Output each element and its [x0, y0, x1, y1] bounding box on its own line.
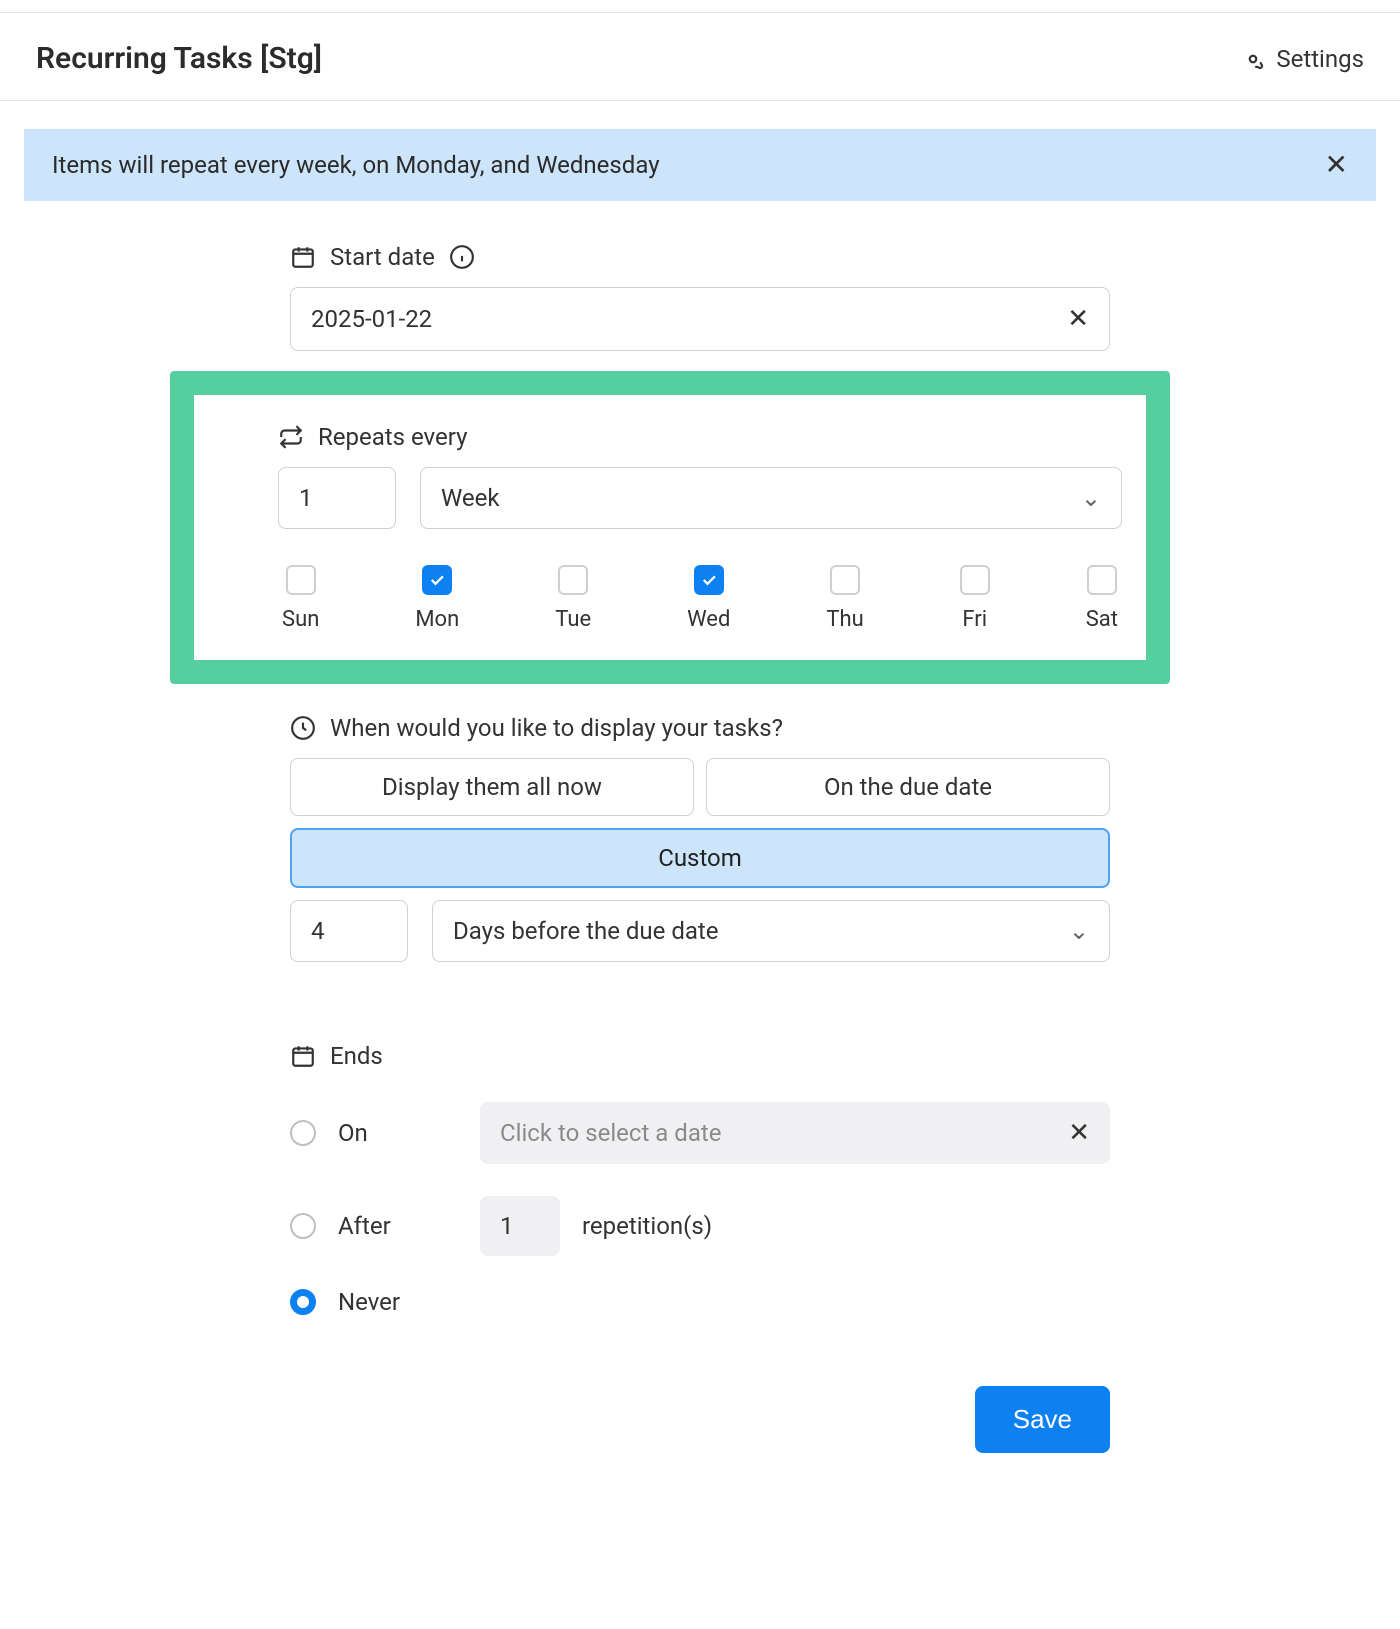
clear-start-date-button[interactable]: ✕ [1067, 304, 1089, 334]
ends-never-radio[interactable] [290, 1289, 316, 1315]
day-checkbox-mon[interactable] [422, 565, 452, 595]
day-label: Mon [415, 607, 459, 632]
day-label: Thu [826, 607, 863, 632]
repeat-unit-select[interactable]: Week ⌄ [420, 467, 1122, 529]
start-date-input[interactable]: 2025-01-22 ✕ [290, 287, 1110, 351]
day-checkbox-sat[interactable] [1087, 565, 1117, 595]
calendar-icon [290, 244, 316, 270]
ends-after-radio[interactable] [290, 1213, 316, 1239]
ends-label: Ends [330, 1042, 383, 1070]
day-checkbox-thu[interactable] [830, 565, 860, 595]
repeat-interval-input[interactable]: 1 [278, 467, 396, 529]
ends-on-date-input[interactable]: Click to select a date ✕ [480, 1102, 1110, 1164]
day-checkbox-tue[interactable] [558, 565, 588, 595]
day-tue: Tue [555, 565, 591, 632]
settings-button[interactable]: Settings [1240, 45, 1364, 73]
display-option-custom[interactable]: Custom [290, 828, 1110, 888]
day-thu: Thu [826, 565, 863, 632]
settings-label: Settings [1276, 45, 1364, 73]
display-label: When would you like to display your task… [330, 714, 783, 742]
chevron-down-icon: ⌄ [1081, 484, 1101, 512]
gear-icon [1240, 46, 1266, 72]
ends-on-placeholder: Click to select a date [500, 1119, 721, 1147]
save-button[interactable]: Save [975, 1386, 1110, 1453]
custom-unit-select[interactable]: Days before the due date ⌄ [432, 900, 1110, 962]
clock-icon [290, 715, 316, 741]
day-fri: Fri [960, 565, 990, 632]
repeats-label: Repeats every [318, 423, 467, 451]
day-mon: Mon [415, 565, 459, 632]
ends-after-suffix: repetition(s) [582, 1212, 712, 1240]
day-label: Tue [555, 607, 591, 632]
day-checkbox-sun[interactable] [286, 565, 316, 595]
custom-unit-value: Days before the due date [453, 917, 719, 945]
ends-on-radio[interactable] [290, 1120, 316, 1146]
ends-never-label: Never [338, 1288, 458, 1316]
repeat-unit-value: Week [441, 484, 500, 512]
day-checkbox-fri[interactable] [960, 565, 990, 595]
ends-after-count-input[interactable]: 1 [480, 1196, 560, 1256]
ends-on-label: On [338, 1119, 458, 1147]
day-checkbox-wed[interactable] [694, 565, 724, 595]
banner-text: Items will repeat every week, on Monday,… [52, 151, 660, 179]
day-sun: Sun [282, 565, 319, 632]
repeats-highlight-box: Repeats every 1 Week ⌄ Sun Mon Tue Wed Thu Fr… [170, 371, 1170, 684]
day-label: Sat [1086, 607, 1118, 632]
calendar-icon [290, 1043, 316, 1069]
page-title: Recurring Tasks [Stg] [36, 41, 322, 76]
info-banner: Items will repeat every week, on Monday,… [24, 129, 1376, 201]
display-option-all-now[interactable]: Display them all now [290, 758, 694, 816]
ends-after-label: After [338, 1212, 458, 1240]
chevron-down-icon: ⌄ [1069, 917, 1089, 945]
day-label: Wed [687, 607, 730, 632]
day-label: Sun [282, 607, 319, 632]
day-wed: Wed [687, 565, 730, 632]
custom-days-input[interactable]: 4 [290, 900, 408, 962]
info-icon[interactable] [449, 244, 475, 270]
start-date-value: 2025-01-22 [311, 305, 432, 333]
day-sat: Sat [1086, 565, 1118, 632]
start-date-label: Start date [330, 243, 435, 271]
banner-close-button[interactable]: ✕ [1325, 151, 1348, 179]
display-option-due-date[interactable]: On the due date [706, 758, 1110, 816]
repeat-icon [278, 424, 304, 450]
clear-ends-on-button[interactable]: ✕ [1068, 1118, 1090, 1148]
day-label: Fri [962, 607, 987, 632]
